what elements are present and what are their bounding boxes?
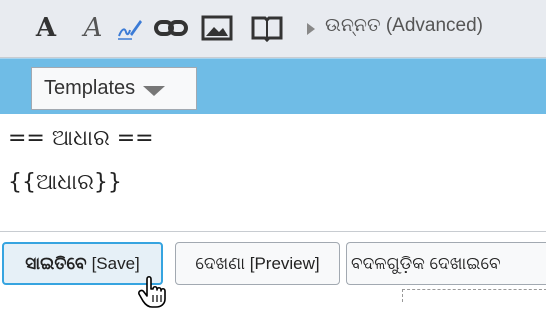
link-icon [154,20,188,36]
wikitext-editor[interactable]: == ଆଧାର == {{ଆଧାର}} [0,114,546,232]
save-label-strong: ସାଇତିବେ [25,253,87,273]
changes-label: ବଦଳଗୁଡ଼ିକ ଦେଖାଇବେ [351,253,501,273]
templates-bar: Templates [0,58,546,114]
book-icon [251,16,283,42]
bold-button[interactable]: A [31,9,61,47]
cite-button[interactable] [247,9,287,47]
caret-down-icon [143,85,166,96]
image-button[interactable] [197,9,237,47]
signature-icon [118,20,142,40]
preview-button[interactable]: ଦେଖଣା [Preview] [175,242,340,285]
hand-cursor-icon [138,275,166,308]
dashed-guide [402,289,546,302]
signature-button[interactable] [115,9,145,47]
templates-dropdown[interactable]: Templates [31,67,197,110]
link-button[interactable] [151,9,191,47]
preview-label: ଦେଖଣା [Preview] [195,253,320,273]
image-icon [201,15,233,41]
advanced-expand-icon[interactable] [307,23,315,35]
italic-button[interactable]: A [80,9,106,47]
show-changes-button[interactable]: ବଦଳଗୁଡ଼ିକ ଦେଖାଇବେ [346,242,546,285]
editor-toolbar: A A ଉନ୍ନତ (Advanced) [0,0,546,58]
templates-label: Templates [44,77,136,99]
advanced-toggle[interactable]: ଉନ୍ନତ (Advanced) [325,15,483,37]
save-label-suffix: [Save] [91,253,140,273]
editor-line-1: == ଆଧାର == [8,126,154,151]
editor-line-2: {{ଆଧାର}} [8,170,122,195]
